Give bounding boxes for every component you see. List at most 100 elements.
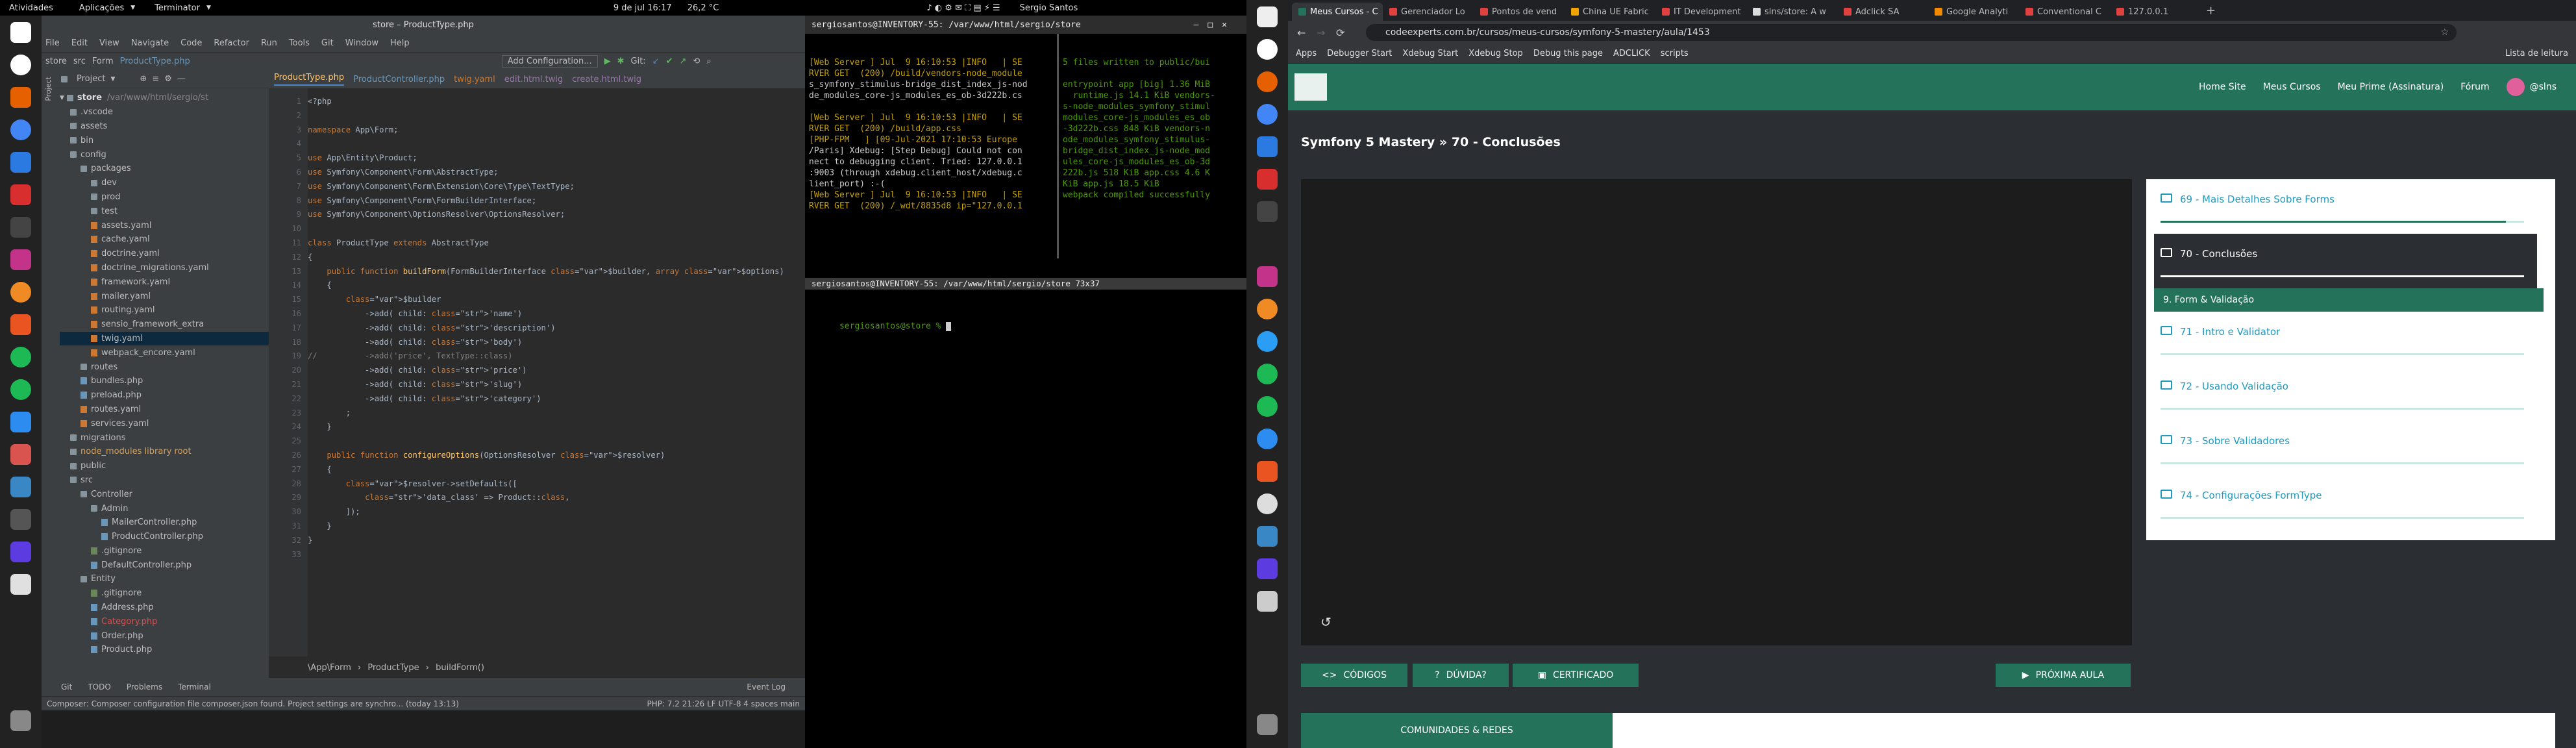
collapse-icon[interactable]: ≡ bbox=[152, 74, 159, 84]
code-line[interactable]: <?php bbox=[308, 95, 805, 109]
show-apps-icon[interactable] bbox=[1257, 714, 1278, 735]
tree-file[interactable]: Category.php bbox=[60, 614, 269, 629]
forward-icon[interactable]: → bbox=[1317, 27, 1325, 39]
tree-folder[interactable]: migrations bbox=[60, 430, 269, 445]
menu-git[interactable]: Git bbox=[321, 38, 334, 48]
tree-folder[interactable]: packages bbox=[60, 162, 269, 176]
project-dropdown[interactable]: Project bbox=[77, 74, 105, 84]
tree-folder[interactable]: .vscode bbox=[60, 105, 269, 119]
bookmark[interactable]: Debugger Start bbox=[1327, 49, 1392, 58]
code-line[interactable]: use App\Entity\Product; bbox=[308, 151, 805, 166]
playlist-item[interactable]: 69 - Mais Detalhes Sobre Forms bbox=[2154, 179, 2537, 234]
app-icon[interactable] bbox=[1257, 493, 1278, 514]
bookmark-folder[interactable]: ADCLICK bbox=[1613, 49, 1650, 58]
browser-tab[interactable]: Gerenciador Lo bbox=[1383, 3, 1474, 21]
files-icon[interactable] bbox=[10, 22, 31, 43]
tree-folder[interactable]: public bbox=[60, 459, 269, 473]
app-icon[interactable] bbox=[10, 184, 31, 205]
code-editor[interactable]: <?php namespace App\Form; use App\Entity\P… bbox=[308, 88, 805, 656]
app-icon[interactable] bbox=[1257, 169, 1278, 190]
app-icon[interactable] bbox=[1257, 591, 1278, 612]
codes-button[interactable]: <> CÓDIGOS bbox=[1301, 664, 1407, 687]
tree-folder[interactable]: config bbox=[60, 147, 269, 162]
tab-productcontroller[interactable]: ProductController.php bbox=[353, 75, 445, 84]
code-line[interactable]: use Symfony\Component\Form\AbstractType; bbox=[308, 166, 805, 180]
video-player[interactable]: ↺ bbox=[1301, 179, 2132, 645]
code-line[interactable]: ]); bbox=[308, 505, 805, 519]
app-icon[interactable] bbox=[1257, 331, 1278, 352]
code-line[interactable]: class ProductType extends AbstractType bbox=[308, 236, 805, 251]
bookmark[interactable]: Xdebug Stop bbox=[1468, 49, 1523, 58]
code-line[interactable]: ->add( child: class="str">'price') bbox=[308, 364, 805, 378]
tree-file[interactable]: Order.php bbox=[60, 629, 269, 643]
menu-file[interactable]: File bbox=[45, 38, 60, 48]
chevron-down-icon[interactable]: ▼ bbox=[110, 76, 115, 82]
code-line[interactable] bbox=[308, 548, 805, 562]
code-line[interactable]: } bbox=[308, 519, 805, 534]
user-name[interactable]: Sergio Santos bbox=[1020, 3, 1078, 13]
back-icon[interactable]: ← bbox=[1297, 27, 1306, 39]
new-tab-icon[interactable]: + bbox=[2206, 4, 2216, 18]
tree-folder[interactable]: routes bbox=[60, 360, 269, 374]
tree-file[interactable]: services.yaml bbox=[60, 416, 269, 430]
hide-icon[interactable]: — bbox=[177, 74, 186, 84]
weather[interactable]: 26,2 °C bbox=[687, 3, 719, 13]
gear-icon[interactable]: ⚙ bbox=[164, 74, 172, 84]
nav-prime[interactable]: Meu Prime (Assinatura) bbox=[2338, 82, 2444, 92]
playlist-item[interactable]: 71 - Intro e Validator bbox=[2154, 312, 2537, 366]
tree-file[interactable]: cache.yaml bbox=[60, 232, 269, 247]
app-icon[interactable] bbox=[10, 477, 31, 497]
tree-folder[interactable]: node_modules library root bbox=[60, 445, 269, 459]
breadcrumb-item[interactable]: src bbox=[73, 56, 86, 66]
browser-tab[interactable]: Adclick SA bbox=[1837, 3, 1928, 21]
menu-code[interactable]: Code bbox=[180, 38, 202, 48]
app-icon[interactable] bbox=[10, 314, 31, 335]
menu-edit[interactable]: Edit bbox=[71, 38, 88, 48]
tree-folder[interactable]: prod bbox=[60, 190, 269, 205]
code-line[interactable]: ; bbox=[308, 406, 805, 421]
reading-list[interactable]: Lista de leitura bbox=[2505, 49, 2568, 58]
certificate-button[interactable]: ▣ CERTIFICADO bbox=[1513, 664, 1639, 687]
code-line[interactable] bbox=[308, 434, 805, 449]
browser-icon[interactable] bbox=[10, 119, 31, 140]
tree-file[interactable]: doctrine.yaml bbox=[60, 247, 269, 261]
tree-root[interactable]: ▼ store /var/www/html/sergio/st bbox=[60, 91, 269, 105]
breadcrumb-item[interactable]: ProductType.php bbox=[120, 56, 190, 66]
replay-icon[interactable]: ↺ bbox=[1320, 614, 1331, 630]
tool-todo[interactable]: TODO bbox=[88, 682, 110, 692]
tree-file[interactable]: bundles.php bbox=[60, 374, 269, 388]
app-icon[interactable] bbox=[1257, 299, 1278, 319]
browser-icon[interactable] bbox=[1257, 104, 1278, 125]
site-logo[interactable] bbox=[1294, 73, 1327, 101]
tab-edit-twig[interactable]: edit.html.twig bbox=[504, 75, 563, 84]
tree-file[interactable]: twig.yaml bbox=[60, 331, 269, 346]
browser-tab[interactable]: 127.0.0.1 bbox=[2110, 3, 2201, 21]
browser-tab[interactable]: Pontos de vend bbox=[1474, 3, 1565, 21]
next-lesson-button[interactable]: ▶ PRÓXIMA AULA bbox=[1996, 664, 2131, 687]
tree-file[interactable]: ProductController.php bbox=[60, 530, 269, 544]
tree-folder[interactable]: dev bbox=[60, 176, 269, 190]
show-apps-icon[interactable] bbox=[10, 710, 31, 731]
tree-file[interactable]: preload.php bbox=[60, 388, 269, 403]
window-controls[interactable]: –□✕ bbox=[1194, 20, 1236, 30]
menu-run[interactable]: Run bbox=[261, 38, 277, 48]
browser-tab[interactable]: China UE Fabric bbox=[1565, 3, 1655, 21]
playlist-item[interactable]: 74 - Configurações FormType bbox=[2154, 475, 2537, 530]
tab-twig-yaml[interactable]: twig.yaml bbox=[454, 75, 495, 84]
code-line[interactable]: { bbox=[308, 279, 805, 293]
code-line[interactable]: // ->add('price', TextType::class) bbox=[308, 349, 805, 364]
activities-button[interactable]: Atividades bbox=[9, 3, 53, 13]
code-line[interactable]: class="str">'data_class' => Product::cla… bbox=[308, 491, 805, 505]
clock[interactable]: 9 de jul 16:17 bbox=[613, 3, 672, 13]
tree-file[interactable]: DefaultController.php bbox=[60, 558, 269, 572]
playlist-section[interactable]: 9. Form & Validação bbox=[2154, 288, 2544, 312]
breadcrumb-class[interactable]: ProductType bbox=[367, 663, 419, 673]
tool-git[interactable]: Git bbox=[61, 682, 72, 692]
tree-file[interactable]: sensio_framework_extra bbox=[60, 318, 269, 332]
menu-navigate[interactable]: Navigate bbox=[131, 38, 169, 48]
app-icon[interactable] bbox=[1257, 461, 1278, 482]
git-commit-icon[interactable]: ✔ bbox=[666, 56, 673, 66]
history-icon[interactable]: ⟲ bbox=[693, 56, 700, 66]
tool-event-log[interactable]: Event Log bbox=[747, 682, 786, 692]
tree-file[interactable]: Address.php bbox=[60, 601, 269, 615]
